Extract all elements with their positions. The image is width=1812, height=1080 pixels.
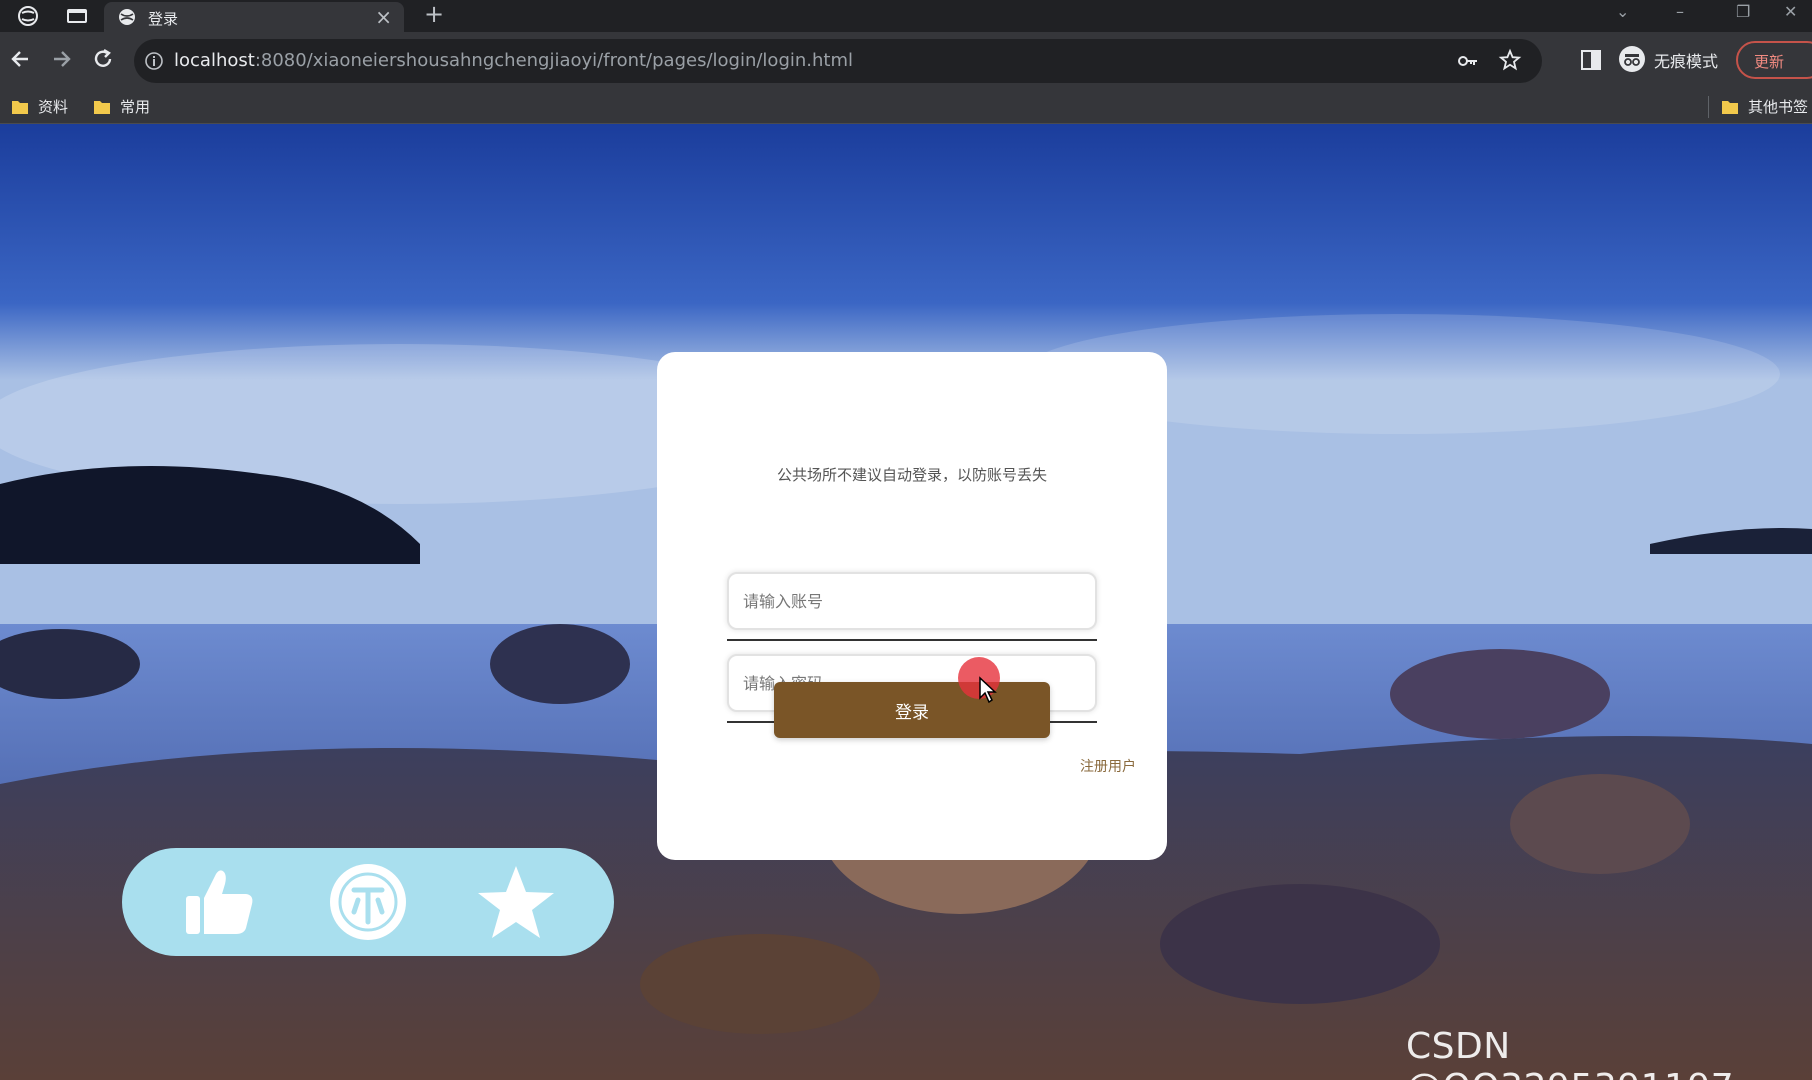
watermark-text: CSDN @QQ3295391197 [1406, 1026, 1734, 1080]
side-panel-icon[interactable] [1580, 49, 1602, 71]
incognito-icon[interactable] [1618, 45, 1646, 73]
mouse-cursor-icon [979, 676, 997, 704]
url-path: :8080/xiaoneiershousahngchengjiaoyi/fron… [254, 50, 854, 71]
bookmarks-divider [1708, 96, 1709, 118]
browser-menu-icon[interactable] [18, 6, 38, 26]
reload-icon[interactable] [90, 46, 116, 72]
update-button[interactable]: 更新 [1736, 41, 1812, 79]
restore-icon[interactable]: ❐ [1736, 2, 1750, 21]
globe-icon [119, 9, 135, 25]
bookmark-label: 常用 [120, 98, 151, 116]
minimize-icon[interactable]: – [1676, 2, 1684, 21]
bookmarks-bar: 资料 常用 其他书签 [0, 90, 1812, 124]
chevron-down-icon[interactable]: ⌄ [1616, 2, 1629, 21]
other-bookmarks-label: 其他书签 [1748, 98, 1809, 116]
tab-title: 登录 [148, 10, 179, 28]
active-tab[interactable]: 登录 × [104, 2, 404, 32]
bookmark-star-icon[interactable] [1498, 48, 1522, 72]
account-input[interactable] [727, 572, 1097, 630]
login-button[interactable]: 登录 [774, 682, 1050, 738]
page-viewport: 公共场所不建议自动登录，以防账号丢失 登录 注册用户 CSDN @QQ32953… [0, 124, 1812, 1080]
account-field [727, 572, 1097, 642]
thumbs-up-icon[interactable] [180, 862, 260, 942]
info-icon[interactable] [144, 51, 164, 71]
register-link[interactable]: 注册用户 [1080, 756, 1136, 776]
url-host: localhost [174, 50, 255, 71]
login-notice: 公共场所不建议自动登录，以防账号丢失 [776, 466, 1047, 484]
address-bar[interactable]: localhost:8080/xiaoneiershousahngchengji… [134, 39, 1542, 83]
forward-icon[interactable] [48, 46, 74, 72]
browser-tab-bar: 登录 × + ⌄ – ❐ ✕ [0, 0, 1812, 32]
tab-search-icon[interactable] [66, 8, 88, 24]
browser-toolbar: localhost:8080/xiaoneiershousahngchengji… [0, 32, 1812, 90]
bookmark-folder[interactable]: 常用 [94, 96, 150, 118]
folder-icon [12, 100, 28, 114]
folder-icon [94, 100, 110, 114]
login-card: 公共场所不建议自动登录，以防账号丢失 登录 注册用户 [657, 352, 1167, 860]
bookmark-label: 资料 [38, 98, 69, 116]
coin-icon[interactable] [328, 862, 408, 942]
new-tab-icon[interactable]: + [424, 0, 444, 28]
action-bar [122, 848, 614, 956]
incognito-label: 无痕模式 [1654, 52, 1719, 71]
star-icon[interactable] [476, 862, 556, 942]
update-label: 更新 [1754, 53, 1785, 71]
account-underline [727, 639, 1097, 641]
key-icon[interactable] [1456, 49, 1480, 73]
bookmark-folder[interactable]: 资料 [12, 96, 68, 118]
url-text[interactable]: localhost:8080/xiaoneiershousahngchengji… [174, 50, 853, 71]
close-tab-icon[interactable]: × [375, 5, 392, 29]
folder-icon [1722, 100, 1738, 114]
close-window-icon[interactable]: ✕ [1784, 2, 1797, 21]
back-icon[interactable] [8, 46, 34, 72]
other-bookmarks[interactable]: 其他书签 [1722, 96, 1808, 118]
